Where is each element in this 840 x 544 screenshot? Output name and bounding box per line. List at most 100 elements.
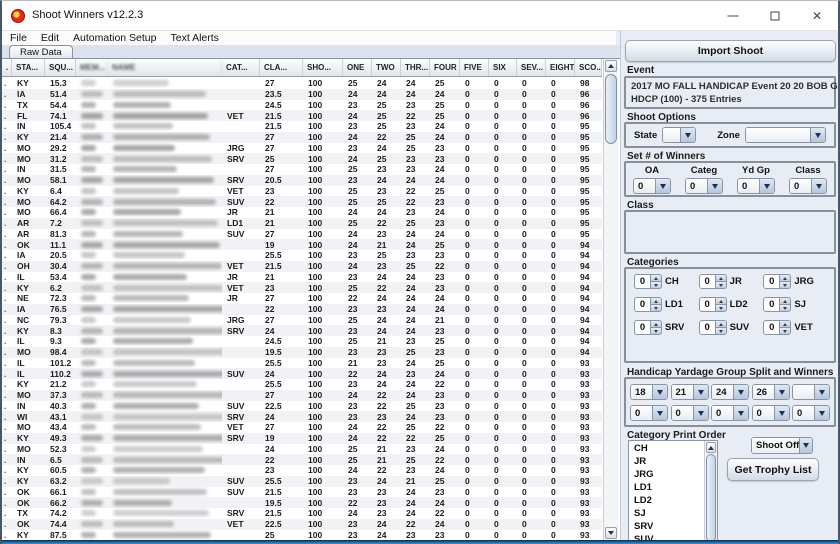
list-item[interactable]: LD1 [629, 481, 704, 494]
list-scrollbar[interactable] [704, 441, 717, 540]
table-row[interactable]: .OK66.1SUV21.510023232423000093 [2, 487, 602, 498]
spinner-down-icon[interactable] [780, 281, 791, 289]
spinner-down-icon[interactable] [651, 327, 662, 335]
spinner-up-icon[interactable] [780, 297, 791, 304]
column-header[interactable]: CAT... [222, 59, 260, 76]
table-row[interactable]: .MO37.32710024222423000093 [2, 390, 602, 401]
table-row[interactable]: .OK74.4VET22.510023242224000093 [2, 519, 602, 530]
yardage-split-select-0[interactable]: 18 [630, 384, 668, 400]
table-row[interactable]: .KY6.2VET2310025222423000094 [2, 282, 602, 293]
table-row[interactable]: .MO31.2SRV2510024252323000095 [2, 153, 602, 164]
yardage-winners-select-2[interactable]: 0 [711, 405, 749, 421]
table-row[interactable]: .IN6.52210025212522000093 [2, 454, 602, 465]
table-row[interactable]: .OH30.4VET21.510024232522000094 [2, 261, 602, 272]
spinner-down-icon[interactable] [651, 304, 662, 312]
yardage-split-select-4[interactable] [792, 384, 830, 400]
category-spinner-ch[interactable]: 0CH [634, 274, 699, 289]
spinner-up-icon[interactable] [651, 297, 662, 304]
scroll-up-icon[interactable] [605, 60, 617, 72]
yardage-winners-select-4[interactable]: 0 [792, 405, 830, 421]
category-spinner-sj[interactable]: 0SJ [763, 297, 828, 312]
table-row[interactable]: .KY8.3SRV2410023242423000094 [2, 325, 602, 336]
get-trophy-list-button[interactable]: Get Trophy List [727, 458, 819, 481]
spinner-up-icon[interactable] [651, 320, 662, 327]
table-row[interactable]: .IA51.423.510024242424000096 [2, 89, 602, 100]
menu-text-alerts[interactable]: Text Alerts [171, 32, 219, 44]
column-header[interactable]: THR... [401, 59, 430, 76]
column-header[interactable]: SHO... [303, 59, 343, 76]
list-item[interactable]: SJ [629, 507, 704, 520]
column-header[interactable]: . [2, 59, 12, 76]
column-header[interactable]: NAME [108, 59, 222, 76]
winners-class-select[interactable]: 0 [789, 178, 827, 194]
column-header[interactable]: FOUR [430, 59, 460, 76]
yardage-split-select-1[interactable]: 21 [671, 384, 709, 400]
spinner-up-icon[interactable] [716, 297, 727, 304]
column-header[interactable]: SIX [489, 59, 517, 76]
table-row[interactable]: .IA20.525.510023252323000094 [2, 250, 602, 261]
shoot-off-select[interactable]: Shoot Off [751, 437, 813, 454]
table-row[interactable]: .KY21.42710024222524000095 [2, 132, 602, 143]
list-item[interactable]: SUV [629, 533, 704, 540]
column-header[interactable]: FIVE [460, 59, 489, 76]
yardage-winners-select-1[interactable]: 0 [671, 405, 709, 421]
spinner-up-icon[interactable] [651, 274, 662, 281]
table-row[interactable]: .IL9.324.510025212325000094 [2, 336, 602, 347]
category-spinner-jr[interactable]: 0JR [699, 274, 764, 289]
state-select[interactable] [662, 127, 696, 143]
column-header[interactable]: SQU... [45, 59, 76, 76]
spinner-up-icon[interactable] [780, 274, 791, 281]
column-header[interactable]: ONE [343, 59, 372, 76]
table-row[interactable]: .NC79.3JRG2710025242421000094 [2, 315, 602, 326]
menu-file[interactable]: File [10, 32, 27, 44]
table-row[interactable]: .WI43.1SRV2410023232423000093 [2, 411, 602, 422]
list-scrollbar-thumb[interactable] [706, 454, 716, 540]
tab-raw-data[interactable]: Raw Data [9, 45, 73, 59]
close-button[interactable]: ✕ [796, 1, 838, 31]
table-row[interactable]: .IL110.2SUV2410022242324000093 [2, 368, 602, 379]
menu-automation-setup[interactable]: Automation Setup [73, 32, 156, 44]
import-shoot-button[interactable]: Import Shoot [625, 40, 836, 62]
yardage-split-select-3[interactable]: 26 [752, 384, 790, 400]
table-row[interactable]: .TX54.424.510023252325000096 [2, 100, 602, 111]
table-row[interactable]: .IN105.421.510023252324000095 [2, 121, 602, 132]
category-spinner-jrg[interactable]: 0JRG [763, 274, 828, 289]
table-row[interactable]: .OK66.219.510022232424000093 [2, 497, 602, 508]
winners-oa-select[interactable]: 0 [633, 178, 671, 194]
spinner-down-icon[interactable] [716, 304, 727, 312]
column-header[interactable]: TWO [372, 59, 401, 76]
table-row[interactable]: .OK11.11910024212425000094 [2, 239, 602, 250]
table-row[interactable]: .IL53.4JR2110023242423000094 [2, 272, 602, 283]
category-spinner-vet[interactable]: 0VET [763, 320, 828, 335]
table-row[interactable]: .AR7.2LD12110025222523000095 [2, 218, 602, 229]
table-row[interactable]: .MO98.419.510023232523000094 [2, 347, 602, 358]
table-row[interactable]: .KY21.225.510023242422000093 [2, 379, 602, 390]
column-header[interactable]: EIGHT [546, 59, 575, 76]
spinner-up-icon[interactable] [716, 320, 727, 327]
table-row[interactable]: .MO58.1SRV20.510023242424000095 [2, 175, 602, 186]
table-row[interactable]: .MO43.4VET2710024222522000093 [2, 422, 602, 433]
spinner-up-icon[interactable] [716, 274, 727, 281]
spinner-down-icon[interactable] [716, 327, 727, 335]
category-print-order-list[interactable]: CHJRJRGLD1LD2SJSRVSUV [628, 440, 718, 540]
column-header[interactable]: SEV... [517, 59, 546, 76]
table-row[interactable]: .MO29.2JRG2710023242523000095 [2, 143, 602, 154]
yardage-winners-select-0[interactable]: 0 [630, 405, 668, 421]
table-row[interactable]: .KY87.52510023242323000093 [2, 530, 602, 541]
column-header[interactable]: CLA... [260, 59, 303, 76]
list-item[interactable]: JRG [629, 468, 704, 481]
table-vertical-scrollbar[interactable] [603, 59, 618, 540]
winners-ydgp-select[interactable]: 0 [737, 178, 775, 194]
column-header[interactable]: MEM... [76, 59, 108, 76]
table-row[interactable]: .MO66.4JR2110024242324000095 [2, 207, 602, 218]
list-item[interactable]: JR [629, 455, 704, 468]
table-row[interactable]: .KY6.4VET2310025232225000095 [2, 186, 602, 197]
category-spinner-ld1[interactable]: 0LD1 [634, 297, 699, 312]
table-row[interactable]: .IN31.52710025232324000095 [2, 164, 602, 175]
table-row[interactable]: .IL101.225.510021232425000093 [2, 358, 602, 369]
spinner-down-icon[interactable] [651, 281, 662, 289]
yardage-winners-select-3[interactable]: 0 [752, 405, 790, 421]
spinner-down-icon[interactable] [780, 327, 791, 335]
list-item[interactable]: SRV [629, 520, 704, 533]
spinner-down-icon[interactable] [716, 281, 727, 289]
